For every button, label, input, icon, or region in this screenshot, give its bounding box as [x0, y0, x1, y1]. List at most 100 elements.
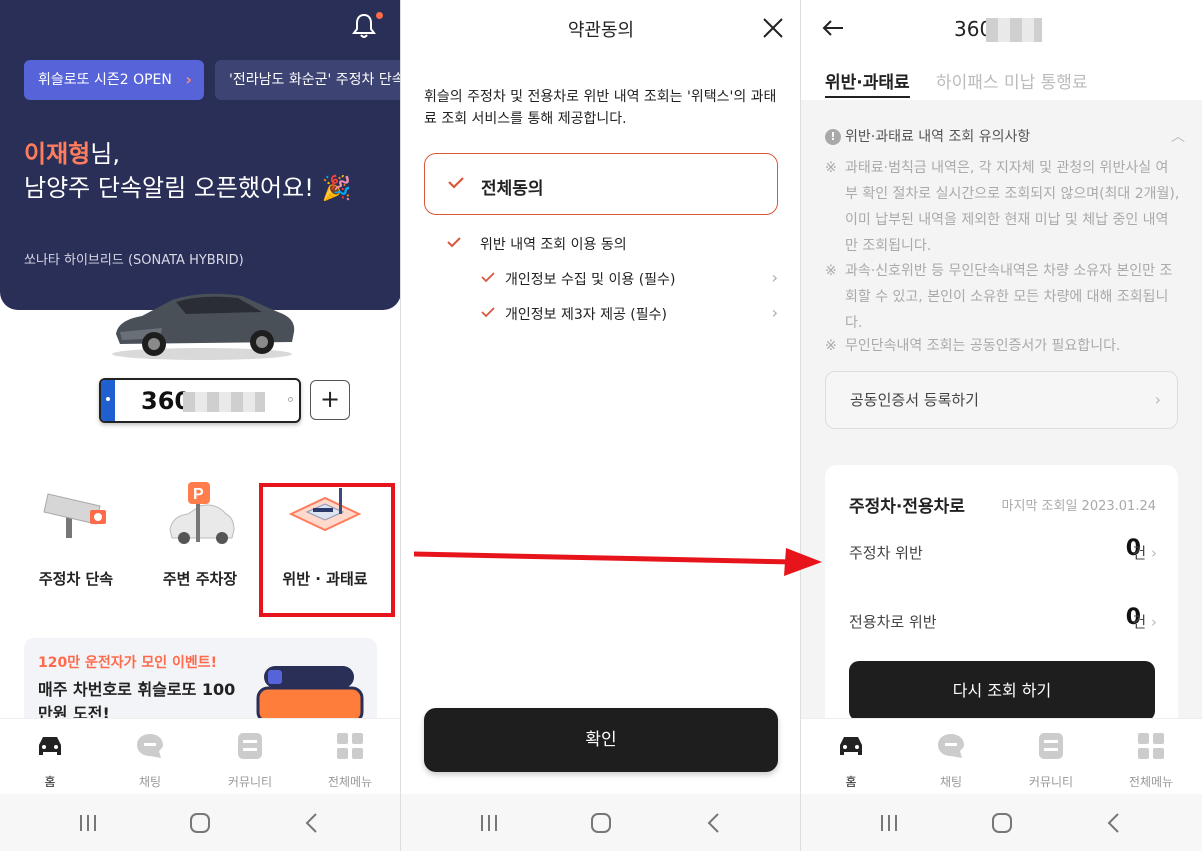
retry-lookup-button[interactable]: 다시 조회 하기 [849, 661, 1155, 721]
close-icon[interactable] [759, 14, 787, 42]
highlight-box [259, 483, 395, 617]
plate-mask [183, 392, 265, 412]
card-title: 주정차·전용차로 [849, 497, 965, 517]
agree-all-button[interactable]: 전체동의 [424, 153, 778, 215]
bell-icon[interactable] [350, 12, 378, 40]
tab-hipass-toll[interactable]: 하이패스 미납 통행료 [936, 68, 1088, 93]
banner-season2[interactable]: 휘슬로또 시즌2 OPEN › [24, 60, 204, 100]
violation-row-bus-lane[interactable]: 전용차로 위반 0 건 [849, 605, 1159, 632]
tab-label: 채팅 [138, 775, 162, 789]
check-icon [481, 307, 495, 318]
tab-label: 커뮤니티 [1028, 775, 1074, 789]
register-certificate-button[interactable]: 공동인증서 등록하기 › [825, 371, 1178, 429]
row-unit: 건 [1132, 611, 1157, 632]
home-nav-icon[interactable] [185, 808, 215, 838]
banner-hwasun[interactable]: '전라남도 화순군' 주정차 단속 [215, 60, 401, 100]
greeting: 이재형님, 남양주 단속알림 오픈했어요! 🎉 [24, 137, 351, 205]
cert-label: 공동인증서 등록하기 [850, 391, 979, 409]
notice-item: ※ 과속·신호위반 등 무인단속내역은 차량 소유자 본인만 조회할 수 있고, … [825, 258, 1180, 336]
car-icon [39, 737, 61, 755]
license-plate[interactable]: 360 [99, 378, 301, 423]
android-nav-bar [0, 794, 400, 851]
notice-item: ※ 무인단속내역 조회는 공동인증서가 필요합니다. [825, 333, 1180, 359]
event-banner[interactable]: 120만 운전자가 모인 이벤트! 매주 차번호로 휘슬로또 100만원 도전! [24, 638, 377, 728]
notification-dot [376, 12, 383, 19]
tab-label: 채팅 [939, 775, 963, 789]
recent-apps-icon[interactable] [73, 808, 103, 838]
fines-header: 360 위반·과태료 하이패스 미납 통행료 [801, 0, 1202, 100]
home-hero: 휘슬로또 시즌2 OPEN › '전라남도 화순군' 주정차 단속 이재형님, … [0, 0, 401, 310]
page-title: 약관동의 [567, 20, 635, 41]
android-nav-bar [801, 794, 1202, 851]
parking-lane-card: 주정차·전용차로 마지막 조회일 2023.01.24 주정차 위반 0 건 전… [825, 465, 1178, 735]
android-nav-bar [401, 794, 800, 851]
banner-label: '전라남도 화순군' 주정차 단속 [229, 72, 401, 88]
terms-description: 휘슬의 주정차 및 전용차로 위반 내역 조회는 '위택스'의 과태료 조회 서… [424, 89, 777, 127]
note-marker: ※ [825, 160, 837, 176]
back-nav-icon[interactable] [699, 808, 729, 838]
bottom-tab-bar: 홈 채팅 커뮤니티 전체메뉴 [801, 718, 1202, 794]
agree-sub-label: 개인정보 제3자 제공 (필수) [505, 307, 667, 323]
note-text: 무인단속내역 조회는 공동인증서가 필요합니다. [845, 338, 1121, 354]
grid-menu-icon [1138, 733, 1164, 759]
violation-row-parking[interactable]: 주정차 위반 0 건 [849, 536, 1159, 563]
greeting-message: 남양주 단속알림 오픈했어요! 🎉 [24, 174, 352, 202]
notice-header[interactable]: ! 위반·과태료 내역 조회 유의사항 ︿ [825, 126, 1185, 146]
car-image [112, 293, 295, 360]
bottom-tab-bar: 홈 채팅 커뮤니티 전체메뉴 [0, 718, 400, 794]
community-icon [238, 733, 262, 759]
row-label: 주정차 위반 [849, 544, 923, 562]
note-marker: ※ [825, 263, 837, 279]
event-subtitle: 120만 운전자가 모인 이벤트! [38, 655, 218, 671]
check-icon [448, 177, 464, 189]
plate-rivet [288, 397, 293, 402]
flow-arrow-icon [414, 548, 822, 576]
check-icon [447, 237, 461, 248]
row-label: 전용차로 위반 [849, 613, 937, 631]
agree-sub-label: 개인정보 수집 및 이용 (필수) [505, 272, 676, 288]
tab-label: 커뮤니티 [227, 775, 273, 789]
chevron-right-icon: › [185, 70, 192, 89]
chevron-up-icon: ︿ [1171, 129, 1185, 145]
recent-apps-icon[interactable] [874, 808, 904, 838]
agree-all-label: 전체동의 [481, 179, 544, 199]
note-marker: ※ [825, 338, 837, 354]
chevron-right-icon: › [771, 268, 778, 287]
note-text: 과태료·범칙금 내역은, 각 지자체 및 관청의 위반사실 여부 확인 절차로 … [845, 160, 1180, 254]
back-nav-icon[interactable] [1099, 808, 1129, 838]
recent-apps-icon[interactable] [474, 808, 504, 838]
parking-car-icon: P [169, 482, 235, 544]
home-nav-icon[interactable] [987, 808, 1017, 838]
tab-label: 홈 [845, 775, 857, 789]
chat-icon [137, 734, 163, 758]
tab-violation-fines[interactable]: 위반·과태료 [825, 68, 910, 98]
home-screen: 휘슬로또 시즌2 OPEN › '전라남도 화순군' 주정차 단속 이재형님, … [0, 0, 401, 851]
notice-item: ※ 과태료·범칙금 내역은, 각 지자체 및 관청의 위반사실 여부 확인 절차로… [825, 155, 1180, 259]
back-nav-icon[interactable] [297, 808, 327, 838]
warning-icon: ! [825, 129, 841, 145]
add-car-button[interactable]: + [310, 380, 350, 420]
agree-main-label: 위반 내역 조회 이용 동의 [480, 237, 627, 253]
confirm-button[interactable]: 확인 [424, 708, 778, 772]
home-nav-icon[interactable] [586, 808, 616, 838]
greeting-suffix: 님, [90, 140, 120, 168]
chevron-right-icon: › [1154, 390, 1161, 409]
arrow-left-icon[interactable] [819, 14, 847, 42]
notice-title: 위반·과태료 내역 조회 유의사항 [845, 129, 1031, 145]
tab-label: 전체메뉴 [1128, 775, 1174, 789]
cctv-camera-icon [43, 493, 106, 538]
user-name: 이재형 [24, 140, 91, 168]
menu-label: 주변 주차장 [162, 570, 238, 588]
fines-screen: 360 위반·과태료 하이패스 미납 통행료 ! 위반·과태료 내역 조회 유의사… [801, 0, 1202, 851]
grid-menu-icon [337, 733, 363, 759]
check-icon [481, 272, 495, 283]
svg-text:P: P [193, 486, 204, 503]
menu-label: 주정차 단속 [38, 570, 114, 588]
banner-label: 휘슬로또 시즌2 OPEN [38, 72, 172, 88]
chevron-right-icon: › [771, 303, 778, 322]
plate-flag [101, 380, 115, 421]
note-text: 과속·신호위반 등 무인단속내역은 차량 소유자 본인만 조회할 수 있고, 본… [845, 263, 1173, 331]
plate-mask [986, 18, 1042, 42]
tab-label: 홈 [44, 775, 56, 789]
terms-screen: 약관동의 휘슬의 주정차 및 전용차로 위반 내역 조회는 '위택스'의 과태료… [401, 0, 801, 851]
